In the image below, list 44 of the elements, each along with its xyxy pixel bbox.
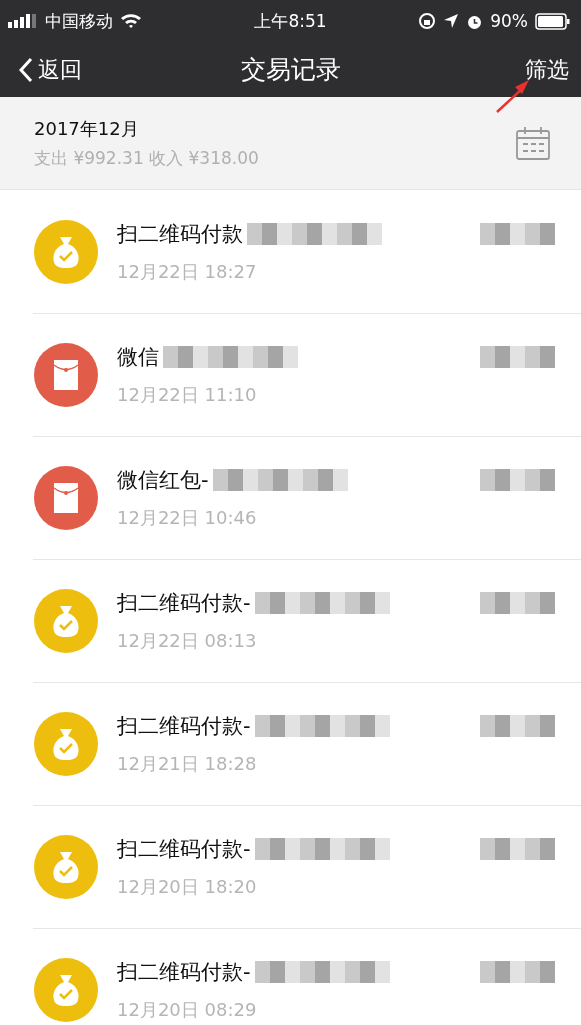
- transaction-date: 12月22日 18:27: [117, 259, 258, 284]
- chevron-left-icon: [18, 56, 34, 83]
- transaction-date: 12月22日 10:46: [117, 505, 258, 530]
- money-bag-icon: [34, 834, 98, 899]
- transaction-title: 扫二维码付款: [117, 220, 243, 248]
- money-bag-icon: [34, 957, 98, 1022]
- transaction-title: 扫二维码付款-: [117, 835, 251, 863]
- status-time: 上午8:51: [254, 9, 327, 33]
- battery-percent: 90%: [490, 11, 528, 31]
- carrier-name: 中国移动: [45, 9, 113, 33]
- money-bag-icon: [34, 219, 98, 284]
- transaction-date: 12月20日 18:20: [117, 874, 258, 899]
- transaction-row[interactable]: 扫二维码付款- 12月21日 18:28: [0, 682, 581, 805]
- month-label: 2017年12月: [34, 116, 140, 141]
- signal-icon: [8, 13, 38, 29]
- calendar-icon[interactable]: [515, 125, 551, 161]
- transaction-row[interactable]: 扫二维码付款- 12月22日 08:13: [0, 559, 581, 682]
- transaction-title: 扫二维码付款-: [117, 712, 251, 740]
- transaction-date: 12月21日 18:28: [117, 751, 258, 776]
- transaction-row[interactable]: 扫二维码付款- 12月20日 18:20: [0, 805, 581, 928]
- transaction-date: 12月20日 08:29: [117, 997, 258, 1022]
- transaction-title: 微信: [117, 343, 159, 371]
- transaction-title: 扫二维码付款-: [117, 958, 251, 986]
- battery-icon: [535, 12, 571, 30]
- transaction-row[interactable]: 扫二维码付款 12月22日 18:27: [0, 190, 581, 313]
- transaction-row[interactable]: 微信红包- 12月22日 10:46: [0, 436, 581, 559]
- money-bag-icon: [34, 711, 98, 776]
- transaction-date: 12月22日 08:13: [117, 628, 258, 653]
- filter-button[interactable]: 筛选: [525, 54, 569, 85]
- money-bag-icon: [34, 588, 98, 653]
- transaction-row[interactable]: 扫二维码付款- 12月20日 08:29: [0, 928, 581, 1025]
- location-icon: [443, 13, 460, 29]
- page-title: 交易记录: [240, 54, 341, 86]
- transaction-title: 微信红包-: [117, 466, 209, 494]
- transaction-title: 扫二维码付款-: [117, 589, 251, 617]
- envelope-icon: [34, 342, 98, 407]
- annotation-arrow: [495, 78, 531, 114]
- transaction-date: 12月22日 11:10: [117, 382, 258, 407]
- month-totals: 支出 ¥992.31 收入 ¥318.00: [34, 146, 259, 170]
- transaction-row[interactable]: 微信 12月22日 11:10: [0, 313, 581, 436]
- rotation-lock-icon: [418, 12, 437, 30]
- back-button[interactable]: 返回: [18, 54, 82, 85]
- envelope-icon: [34, 465, 98, 530]
- wifi-icon: [120, 13, 142, 29]
